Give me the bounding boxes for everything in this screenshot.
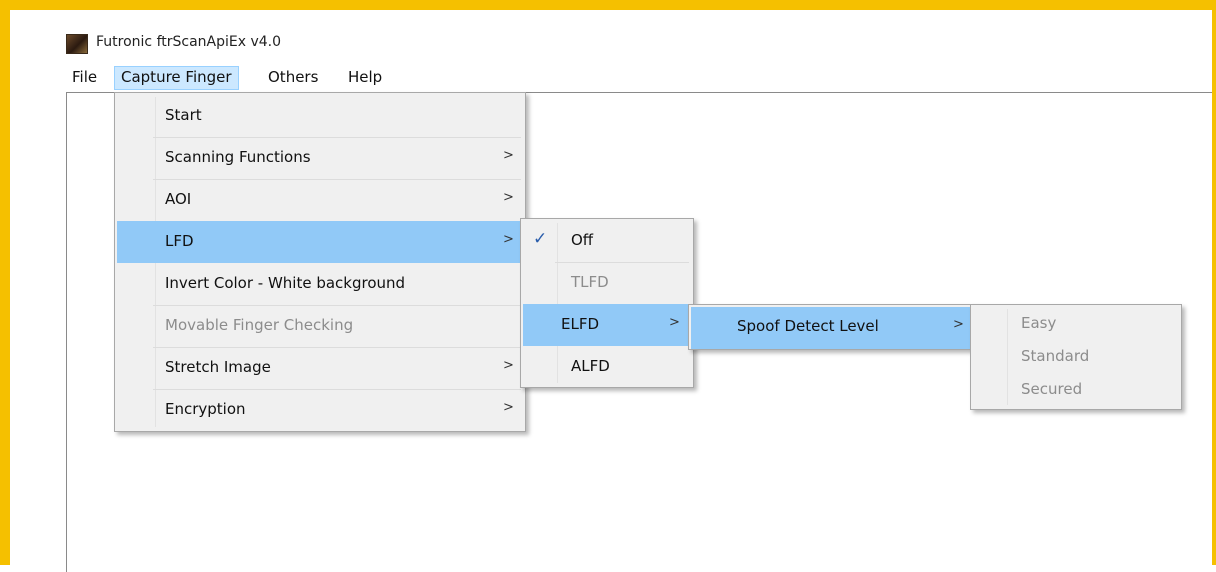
capture-finger-menu: Start Scanning Functions > AOI > LFD > I… bbox=[114, 92, 526, 432]
menu-item-easy: Easy bbox=[971, 307, 1181, 339]
menu-capture-finger[interactable]: Capture Finger bbox=[114, 66, 239, 90]
frame-border-top bbox=[0, 0, 1216, 10]
window-title: Futronic ftrScanApiEx v4.0 bbox=[96, 34, 282, 50]
menu-item-off[interactable]: ✓ Off bbox=[521, 220, 693, 262]
menu-item-label: LFD bbox=[165, 232, 194, 250]
spoof-detect-level-submenu: Easy Standard Secured bbox=[970, 304, 1182, 410]
menu-item-label: Movable Finger Checking bbox=[165, 316, 354, 334]
menu-item-label: Invert Color - White background bbox=[165, 274, 406, 292]
menu-item-label: Encryption bbox=[165, 400, 246, 418]
chevron-right-icon: > bbox=[503, 358, 514, 373]
chevron-right-icon: > bbox=[503, 148, 514, 163]
menu-item-lfd[interactable]: LFD > bbox=[117, 221, 523, 263]
menu-item-label: ALFD bbox=[571, 357, 610, 375]
fingerprint-app-icon bbox=[66, 34, 88, 54]
menu-item-label: Scanning Functions bbox=[165, 148, 311, 166]
menu-item-aoi[interactable]: AOI > bbox=[115, 179, 525, 221]
menu-item-label: Standard bbox=[1021, 347, 1090, 365]
elfd-submenu: Spoof Detect Level > bbox=[688, 304, 976, 350]
lfd-submenu: ✓ Off TLFD ELFD > ALFD bbox=[520, 218, 694, 388]
frame-border-left bbox=[0, 0, 10, 565]
menu-item-label: Secured bbox=[1021, 380, 1083, 398]
menu-item-encryption[interactable]: Encryption > bbox=[115, 389, 525, 431]
checkmark-icon: ✓ bbox=[533, 229, 548, 249]
menu-item-secured: Secured bbox=[971, 373, 1181, 405]
menu-item-label: Spoof Detect Level bbox=[737, 317, 879, 335]
menu-item-elfd[interactable]: ELFD > bbox=[523, 304, 691, 346]
menu-item-label: ELFD bbox=[561, 315, 600, 333]
menu-item-start[interactable]: Start bbox=[115, 95, 525, 137]
menu-item-label: Start bbox=[165, 106, 202, 124]
menu-item-label: Easy bbox=[1021, 314, 1057, 332]
menu-item-tlfd: TLFD bbox=[521, 262, 693, 304]
chevron-right-icon: > bbox=[669, 315, 680, 330]
menu-item-alfd[interactable]: ALFD bbox=[521, 346, 693, 388]
frame-border-right bbox=[1212, 0, 1216, 565]
menu-item-invert-color[interactable]: Invert Color - White background bbox=[115, 263, 525, 305]
menu-item-movable-finger-checking: Movable Finger Checking bbox=[115, 305, 525, 347]
menu-item-label: Off bbox=[571, 231, 594, 249]
menu-others[interactable]: Others bbox=[262, 66, 324, 90]
chevron-right-icon: > bbox=[503, 400, 514, 415]
menu-item-label: TLFD bbox=[571, 273, 609, 291]
menu-item-label: AOI bbox=[165, 190, 192, 208]
menu-file[interactable]: File bbox=[66, 66, 103, 90]
chevron-right-icon: > bbox=[503, 232, 514, 247]
menu-item-stretch-image[interactable]: Stretch Image > bbox=[115, 347, 525, 389]
menu-item-standard: Standard bbox=[971, 340, 1181, 372]
menu-item-label: Stretch Image bbox=[165, 358, 271, 376]
menu-item-scanning-functions[interactable]: Scanning Functions > bbox=[115, 137, 525, 179]
chevron-right-icon: > bbox=[503, 190, 514, 205]
chevron-right-icon: > bbox=[953, 317, 964, 332]
menu-item-spoof-detect-level[interactable]: Spoof Detect Level > bbox=[691, 307, 973, 349]
menu-help[interactable]: Help bbox=[342, 66, 388, 90]
